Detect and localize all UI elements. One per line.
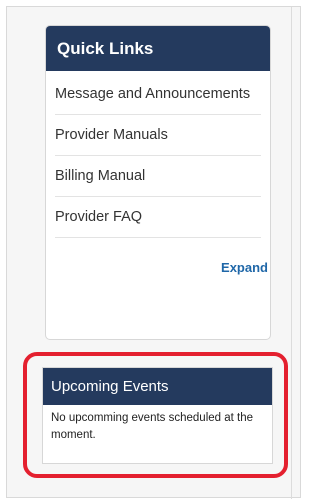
expand-link[interactable]: Expand	[46, 238, 270, 275]
quick-link-provider-faq[interactable]: Provider FAQ	[55, 197, 261, 238]
quick-links-list: Message and Announcements Provider Manua…	[46, 71, 270, 238]
quick-link-provider-manuals[interactable]: Provider Manuals	[55, 115, 261, 156]
upcoming-events-message: No upcomming events scheduled at the mom…	[51, 412, 254, 441]
quick-link-billing-manual[interactable]: Billing Manual	[55, 156, 261, 197]
upcoming-events-title: Upcoming Events	[43, 368, 272, 405]
quick-link-messages-announcements[interactable]: Message and Announcements	[55, 71, 261, 115]
divider	[291, 7, 292, 499]
quick-links-title: Quick Links	[46, 26, 270, 71]
quick-links-panel: Quick Links Message and Announcements Pr…	[45, 25, 271, 340]
upcoming-events-panel: Upcoming Events No upcomming events sche…	[42, 367, 273, 464]
